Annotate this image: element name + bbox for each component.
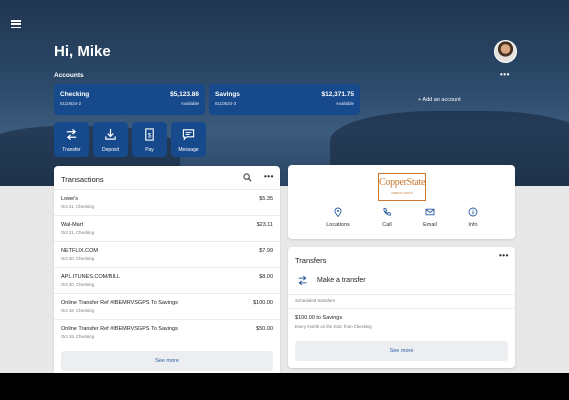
transaction-amount: $100.00 xyxy=(253,300,273,306)
transaction-row[interactable]: Online Transfer Ref #IBEMRVSGPS To Savin… xyxy=(54,293,280,319)
transaction-date: Oct 19, Checking xyxy=(61,334,94,339)
deposit-icon xyxy=(105,128,116,140)
account-balance: $5,123.86 xyxy=(170,91,199,98)
make-transfer-label: Make a transfer xyxy=(317,277,366,284)
call-button[interactable]: Call xyxy=(367,207,407,231)
transaction-desc: APL ITUNES.COM/BILL xyxy=(61,274,121,280)
scheduled-transfer-amount: $100.00 to Savings xyxy=(295,315,343,321)
transaction-date: Oct 21, Checking xyxy=(61,230,94,235)
pay-button[interactable]: $ Pay xyxy=(132,122,167,157)
greeting: Hi, Mike xyxy=(54,43,111,60)
search-icon[interactable] xyxy=(243,173,252,182)
transaction-amount: $5.35 xyxy=(259,196,273,202)
transfers-see-more-button[interactable]: See more xyxy=(295,341,508,361)
transaction-row[interactable]: Lowe's Oct 21, Checking $5.35 xyxy=(54,189,280,215)
transaction-amount: $23.11 xyxy=(256,222,273,228)
account-name: Savings xyxy=(215,91,240,98)
copper-state-logo: CopperState CREDIT UNION xyxy=(378,173,426,201)
svg-text:$: $ xyxy=(148,132,152,139)
transaction-desc: Wal-Mart xyxy=(61,222,84,228)
transaction-desc: NETFLIX.COM xyxy=(61,248,98,254)
transfer-button[interactable]: Transfer xyxy=(54,122,89,157)
action-label: Pay xyxy=(145,147,154,153)
button-label: Call xyxy=(382,222,392,228)
account-number: 6110634-2 xyxy=(60,101,82,106)
location-pin-icon xyxy=(334,207,342,217)
account-status: Available xyxy=(180,101,199,106)
avatar[interactable] xyxy=(494,40,517,63)
transfers-title: Transfers xyxy=(295,256,327,265)
transaction-date: Oct 21, Checking xyxy=(61,204,94,209)
action-label: Transfer xyxy=(62,147,81,153)
transfer-icon xyxy=(298,275,307,286)
transaction-amount: $7.99 xyxy=(259,248,273,254)
transaction-desc: Online Transfer Ref #IBEMRVSGPS To Savin… xyxy=(61,300,178,306)
account-balance: $12,371.75 xyxy=(321,91,354,98)
message-button[interactable]: Message xyxy=(171,122,206,157)
transfers-more-button[interactable]: ••• xyxy=(499,251,509,260)
transaction-date: Oct 20, Checking xyxy=(61,256,94,261)
scheduled-transfer-detail: Every month on the 21st, from Checking xyxy=(295,324,372,329)
email-icon xyxy=(425,208,435,216)
account-name: Checking xyxy=(60,91,90,98)
message-icon xyxy=(182,129,195,141)
action-label: Message xyxy=(178,147,199,153)
transfer-icon xyxy=(66,128,77,141)
locations-button[interactable]: Locations xyxy=(318,207,358,231)
hamburger-menu-icon[interactable] xyxy=(11,20,21,28)
logo-text: CopperState xyxy=(379,177,426,188)
email-button[interactable]: Email xyxy=(410,207,450,231)
accounts-more-button[interactable]: ••• xyxy=(500,70,510,79)
transaction-row[interactable]: APL ITUNES.COM/BILL Oct 20, Checking $8.… xyxy=(54,267,280,293)
account-number: 6110634-3 xyxy=(215,101,237,106)
transactions-see-more-button[interactable]: See more xyxy=(61,351,273,371)
logo-subtext: CREDIT UNION xyxy=(391,191,413,195)
transaction-desc: Lowe's xyxy=(61,196,78,202)
transaction-amount: $50.00 xyxy=(256,326,273,332)
phone-icon xyxy=(383,207,391,216)
deposit-button[interactable]: Deposit xyxy=(93,122,128,157)
account-card-checking[interactable]: Checking $5,123.86 6110634-2 Available xyxy=(54,84,205,115)
button-label: Info xyxy=(468,222,478,228)
transaction-desc: Online Transfer Ref #IBEMRVSGPS To Savin… xyxy=(61,326,178,332)
account-status: Available xyxy=(335,101,354,106)
button-label: Email xyxy=(423,222,437,228)
scheduled-transfers-label: Scheduled transfers xyxy=(295,298,336,303)
transaction-date: Oct 20, Checking xyxy=(61,282,94,287)
info-icon xyxy=(468,207,478,217)
transaction-row[interactable]: NETFLIX.COM Oct 20, Checking $7.99 xyxy=(54,241,280,267)
transaction-amount: $8.00 xyxy=(259,274,273,280)
transactions-panel: Transactions ••• Lowe's Oct 21, Checking… xyxy=(54,166,280,373)
transactions-title: Transactions xyxy=(61,175,104,184)
button-label: Locations xyxy=(326,222,350,228)
add-account-link[interactable]: + Add an account xyxy=(418,97,461,103)
accounts-label: Accounts xyxy=(54,72,84,79)
action-label: Deposit xyxy=(102,147,119,153)
app-screen: Hi, Mike Accounts ••• Checking $5,123.86… xyxy=(0,0,569,373)
hero-banner: Hi, Mike Accounts ••• Checking $5,123.86… xyxy=(0,0,569,186)
transaction-row[interactable]: Wal-Mart Oct 21, Checking $23.11 xyxy=(54,215,280,241)
transfers-panel: Transfers ••• Make a transfer Scheduled … xyxy=(288,247,515,368)
info-button[interactable]: Info xyxy=(453,207,493,231)
make-transfer-button[interactable]: Make a transfer xyxy=(288,271,515,291)
transaction-row[interactable]: Online Transfer Ref #IBEMRVSGPS To Savin… xyxy=(54,319,280,345)
transaction-date: Oct 19, Checking xyxy=(61,308,94,313)
pay-icon: $ xyxy=(145,128,154,141)
transactions-more-button[interactable]: ••• xyxy=(264,172,274,181)
account-card-savings[interactable]: Savings $12,371.75 6110634-3 Available xyxy=(209,84,360,115)
scheduled-transfer-item[interactable]: $100.00 to Savings Every month on the 21… xyxy=(288,309,515,333)
